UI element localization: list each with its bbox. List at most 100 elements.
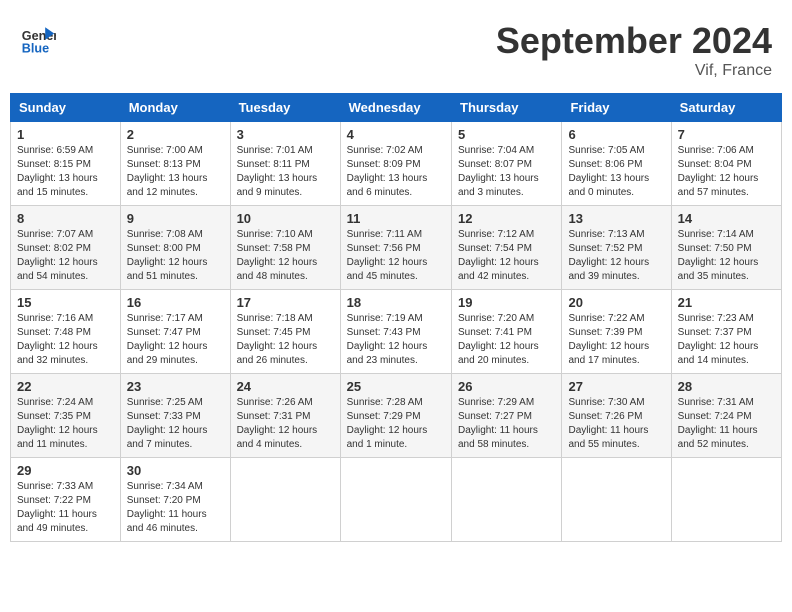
cell-content: Sunrise: 7:19 AM Sunset: 7:43 PM Dayligh…: [347, 312, 445, 368]
calendar-cell: [562, 458, 671, 542]
day-number: 29: [17, 463, 114, 478]
cell-content: Sunrise: 7:05 AM Sunset: 8:06 PM Dayligh…: [568, 144, 664, 200]
day-number: 24: [237, 379, 334, 394]
cell-content: Sunrise: 7:31 AM Sunset: 7:24 PM Dayligh…: [678, 396, 775, 452]
calendar-cell: 3Sunrise: 7:01 AM Sunset: 8:11 PM Daylig…: [230, 122, 340, 206]
column-header-friday: Friday: [562, 94, 671, 122]
calendar-cell: 22 Sunrise: 7:24 AM Sunset: 7:35 PM Dayli…: [11, 374, 121, 458]
cell-content: Sunrise: 7:16 AM Sunset: 7:48 PM Dayligh…: [17, 312, 114, 368]
cell-content: Sunrise: 7:13 AM Sunset: 7:52 PM Dayligh…: [568, 228, 664, 284]
column-header-wednesday: Wednesday: [340, 94, 451, 122]
calendar-week-2: 8Sunrise: 7:07 AM Sunset: 8:02 PM Daylig…: [11, 206, 782, 290]
day-number: 12: [458, 211, 555, 226]
column-header-monday: Monday: [120, 94, 230, 122]
day-number: 4: [347, 127, 445, 142]
cell-content: Sunrise: 7:28 AM Sunset: 7:29 PM Dayligh…: [347, 396, 445, 452]
day-number: 10: [237, 211, 334, 226]
title-block: September 2024 Vif, France: [496, 20, 772, 80]
calendar-cell: [671, 458, 781, 542]
calendar-week-4: 22 Sunrise: 7:24 AM Sunset: 7:35 PM Dayli…: [11, 374, 782, 458]
day-number: 30: [127, 463, 224, 478]
calendar-cell: 25 Sunrise: 7:28 AM Sunset: 7:29 PM Dayli…: [340, 374, 451, 458]
day-number: 16: [127, 295, 224, 310]
page-header: General Blue September 2024 Vif, France: [10, 10, 782, 85]
cell-content: Sunrise: 7:02 AM Sunset: 8:09 PM Dayligh…: [347, 144, 445, 200]
cell-content: Sunrise: 7:18 AM Sunset: 7:45 PM Dayligh…: [237, 312, 334, 368]
cell-content: Sunrise: 7:23 AM Sunset: 7:37 PM Dayligh…: [678, 312, 775, 368]
day-number: 21: [678, 295, 775, 310]
cell-content: Sunrise: 7:08 AM Sunset: 8:00 PM Dayligh…: [127, 228, 224, 284]
location: Vif, France: [496, 62, 772, 80]
day-number: 23: [127, 379, 224, 394]
calendar-cell: 21 Sunrise: 7:23 AM Sunset: 7:37 PM Dayli…: [671, 290, 781, 374]
calendar-cell: 28Sunrise: 7:31 AM Sunset: 7:24 PM Dayli…: [671, 374, 781, 458]
logo: General Blue: [20, 20, 56, 56]
calendar-cell: 13 Sunrise: 7:13 AM Sunset: 7:52 PM Dayli…: [562, 206, 671, 290]
cell-content: Sunrise: 7:26 AM Sunset: 7:31 PM Dayligh…: [237, 396, 334, 452]
calendar-cell: 11Sunrise: 7:11 AM Sunset: 7:56 PM Dayli…: [340, 206, 451, 290]
day-number: 19: [458, 295, 555, 310]
cell-content: Sunrise: 7:33 AM Sunset: 7:22 PM Dayligh…: [17, 480, 114, 536]
day-number: 18: [347, 295, 445, 310]
calendar-cell: 4 Sunrise: 7:02 AM Sunset: 8:09 PM Daylig…: [340, 122, 451, 206]
calendar-cell: 18 Sunrise: 7:19 AM Sunset: 7:43 PM Dayli…: [340, 290, 451, 374]
day-number: 17: [237, 295, 334, 310]
logo-icon: General Blue: [20, 20, 56, 56]
calendar-cell: 5 Sunrise: 7:04 AM Sunset: 8:07 PM Daylig…: [452, 122, 562, 206]
calendar-cell: 8Sunrise: 7:07 AM Sunset: 8:02 PM Daylig…: [11, 206, 121, 290]
calendar-table: SundayMondayTuesdayWednesdayThursdayFrid…: [10, 93, 782, 542]
day-number: 20: [568, 295, 664, 310]
day-number: 5: [458, 127, 555, 142]
day-number: 2: [127, 127, 224, 142]
day-number: 27: [568, 379, 664, 394]
cell-content: Sunrise: 7:34 AM Sunset: 7:20 PM Dayligh…: [127, 480, 224, 536]
calendar-cell: 30 Sunrise: 7:34 AM Sunset: 7:20 PM Dayli…: [120, 458, 230, 542]
cell-content: Sunrise: 7:17 AM Sunset: 7:47 PM Dayligh…: [127, 312, 224, 368]
day-number: 22: [17, 379, 114, 394]
cell-content: Sunrise: 7:14 AM Sunset: 7:50 PM Dayligh…: [678, 228, 775, 284]
cell-content: Sunrise: 7:06 AM Sunset: 8:04 PM Dayligh…: [678, 144, 775, 200]
cell-content: Sunrise: 7:24 AM Sunset: 7:35 PM Dayligh…: [17, 396, 114, 452]
calendar-header-row: SundayMondayTuesdayWednesdayThursdayFrid…: [11, 94, 782, 122]
calendar-cell: 15 Sunrise: 7:16 AM Sunset: 7:48 PM Dayli…: [11, 290, 121, 374]
cell-content: Sunrise: 7:25 AM Sunset: 7:33 PM Dayligh…: [127, 396, 224, 452]
calendar-cell: 16 Sunrise: 7:17 AM Sunset: 7:47 PM Dayli…: [120, 290, 230, 374]
day-number: 15: [17, 295, 114, 310]
day-number: 14: [678, 211, 775, 226]
calendar-cell: 24 Sunrise: 7:26 AM Sunset: 7:31 PM Dayli…: [230, 374, 340, 458]
column-header-thursday: Thursday: [452, 94, 562, 122]
calendar-cell: 6Sunrise: 7:05 AM Sunset: 8:06 PM Daylig…: [562, 122, 671, 206]
column-header-sunday: Sunday: [11, 94, 121, 122]
calendar-cell: [340, 458, 451, 542]
calendar-cell: 23 Sunrise: 7:25 AM Sunset: 7:33 PM Dayli…: [120, 374, 230, 458]
svg-text:Blue: Blue: [22, 41, 49, 55]
day-number: 7: [678, 127, 775, 142]
cell-content: Sunrise: 7:22 AM Sunset: 7:39 PM Dayligh…: [568, 312, 664, 368]
cell-content: Sunrise: 7:01 AM Sunset: 8:11 PM Dayligh…: [237, 144, 334, 200]
calendar-cell: 12 Sunrise: 7:12 AM Sunset: 7:54 PM Dayli…: [452, 206, 562, 290]
calendar-cell: 7 Sunrise: 7:06 AM Sunset: 8:04 PM Daylig…: [671, 122, 781, 206]
column-header-tuesday: Tuesday: [230, 94, 340, 122]
calendar-cell: 26 Sunrise: 7:29 AM Sunset: 7:27 PM Dayli…: [452, 374, 562, 458]
calendar-week-5: 29 Sunrise: 7:33 AM Sunset: 7:22 PM Dayli…: [11, 458, 782, 542]
calendar-cell: 14 Sunrise: 7:14 AM Sunset: 7:50 PM Dayli…: [671, 206, 781, 290]
calendar-cell: [230, 458, 340, 542]
cell-content: Sunrise: 7:12 AM Sunset: 7:54 PM Dayligh…: [458, 228, 555, 284]
day-number: 13: [568, 211, 664, 226]
calendar-cell: 19 Sunrise: 7:20 AM Sunset: 7:41 PM Dayli…: [452, 290, 562, 374]
day-number: 26: [458, 379, 555, 394]
day-number: 8: [17, 211, 114, 226]
calendar-cell: 29 Sunrise: 7:33 AM Sunset: 7:22 PM Dayli…: [11, 458, 121, 542]
day-number: 25: [347, 379, 445, 394]
cell-content: Sunrise: 7:00 AM Sunset: 8:13 PM Dayligh…: [127, 144, 224, 200]
cell-content: Sunrise: 7:04 AM Sunset: 8:07 PM Dayligh…: [458, 144, 555, 200]
cell-content: Sunrise: 7:10 AM Sunset: 7:58 PM Dayligh…: [237, 228, 334, 284]
calendar-week-3: 15 Sunrise: 7:16 AM Sunset: 7:48 PM Dayli…: [11, 290, 782, 374]
day-number: 1: [17, 127, 114, 142]
calendar-cell: 17 Sunrise: 7:18 AM Sunset: 7:45 PM Dayli…: [230, 290, 340, 374]
cell-content: Sunrise: 7:29 AM Sunset: 7:27 PM Dayligh…: [458, 396, 555, 452]
column-header-saturday: Saturday: [671, 94, 781, 122]
calendar-cell: 10 Sunrise: 7:10 AM Sunset: 7:58 PM Dayli…: [230, 206, 340, 290]
day-number: 9: [127, 211, 224, 226]
cell-content: Sunrise: 7:20 AM Sunset: 7:41 PM Dayligh…: [458, 312, 555, 368]
